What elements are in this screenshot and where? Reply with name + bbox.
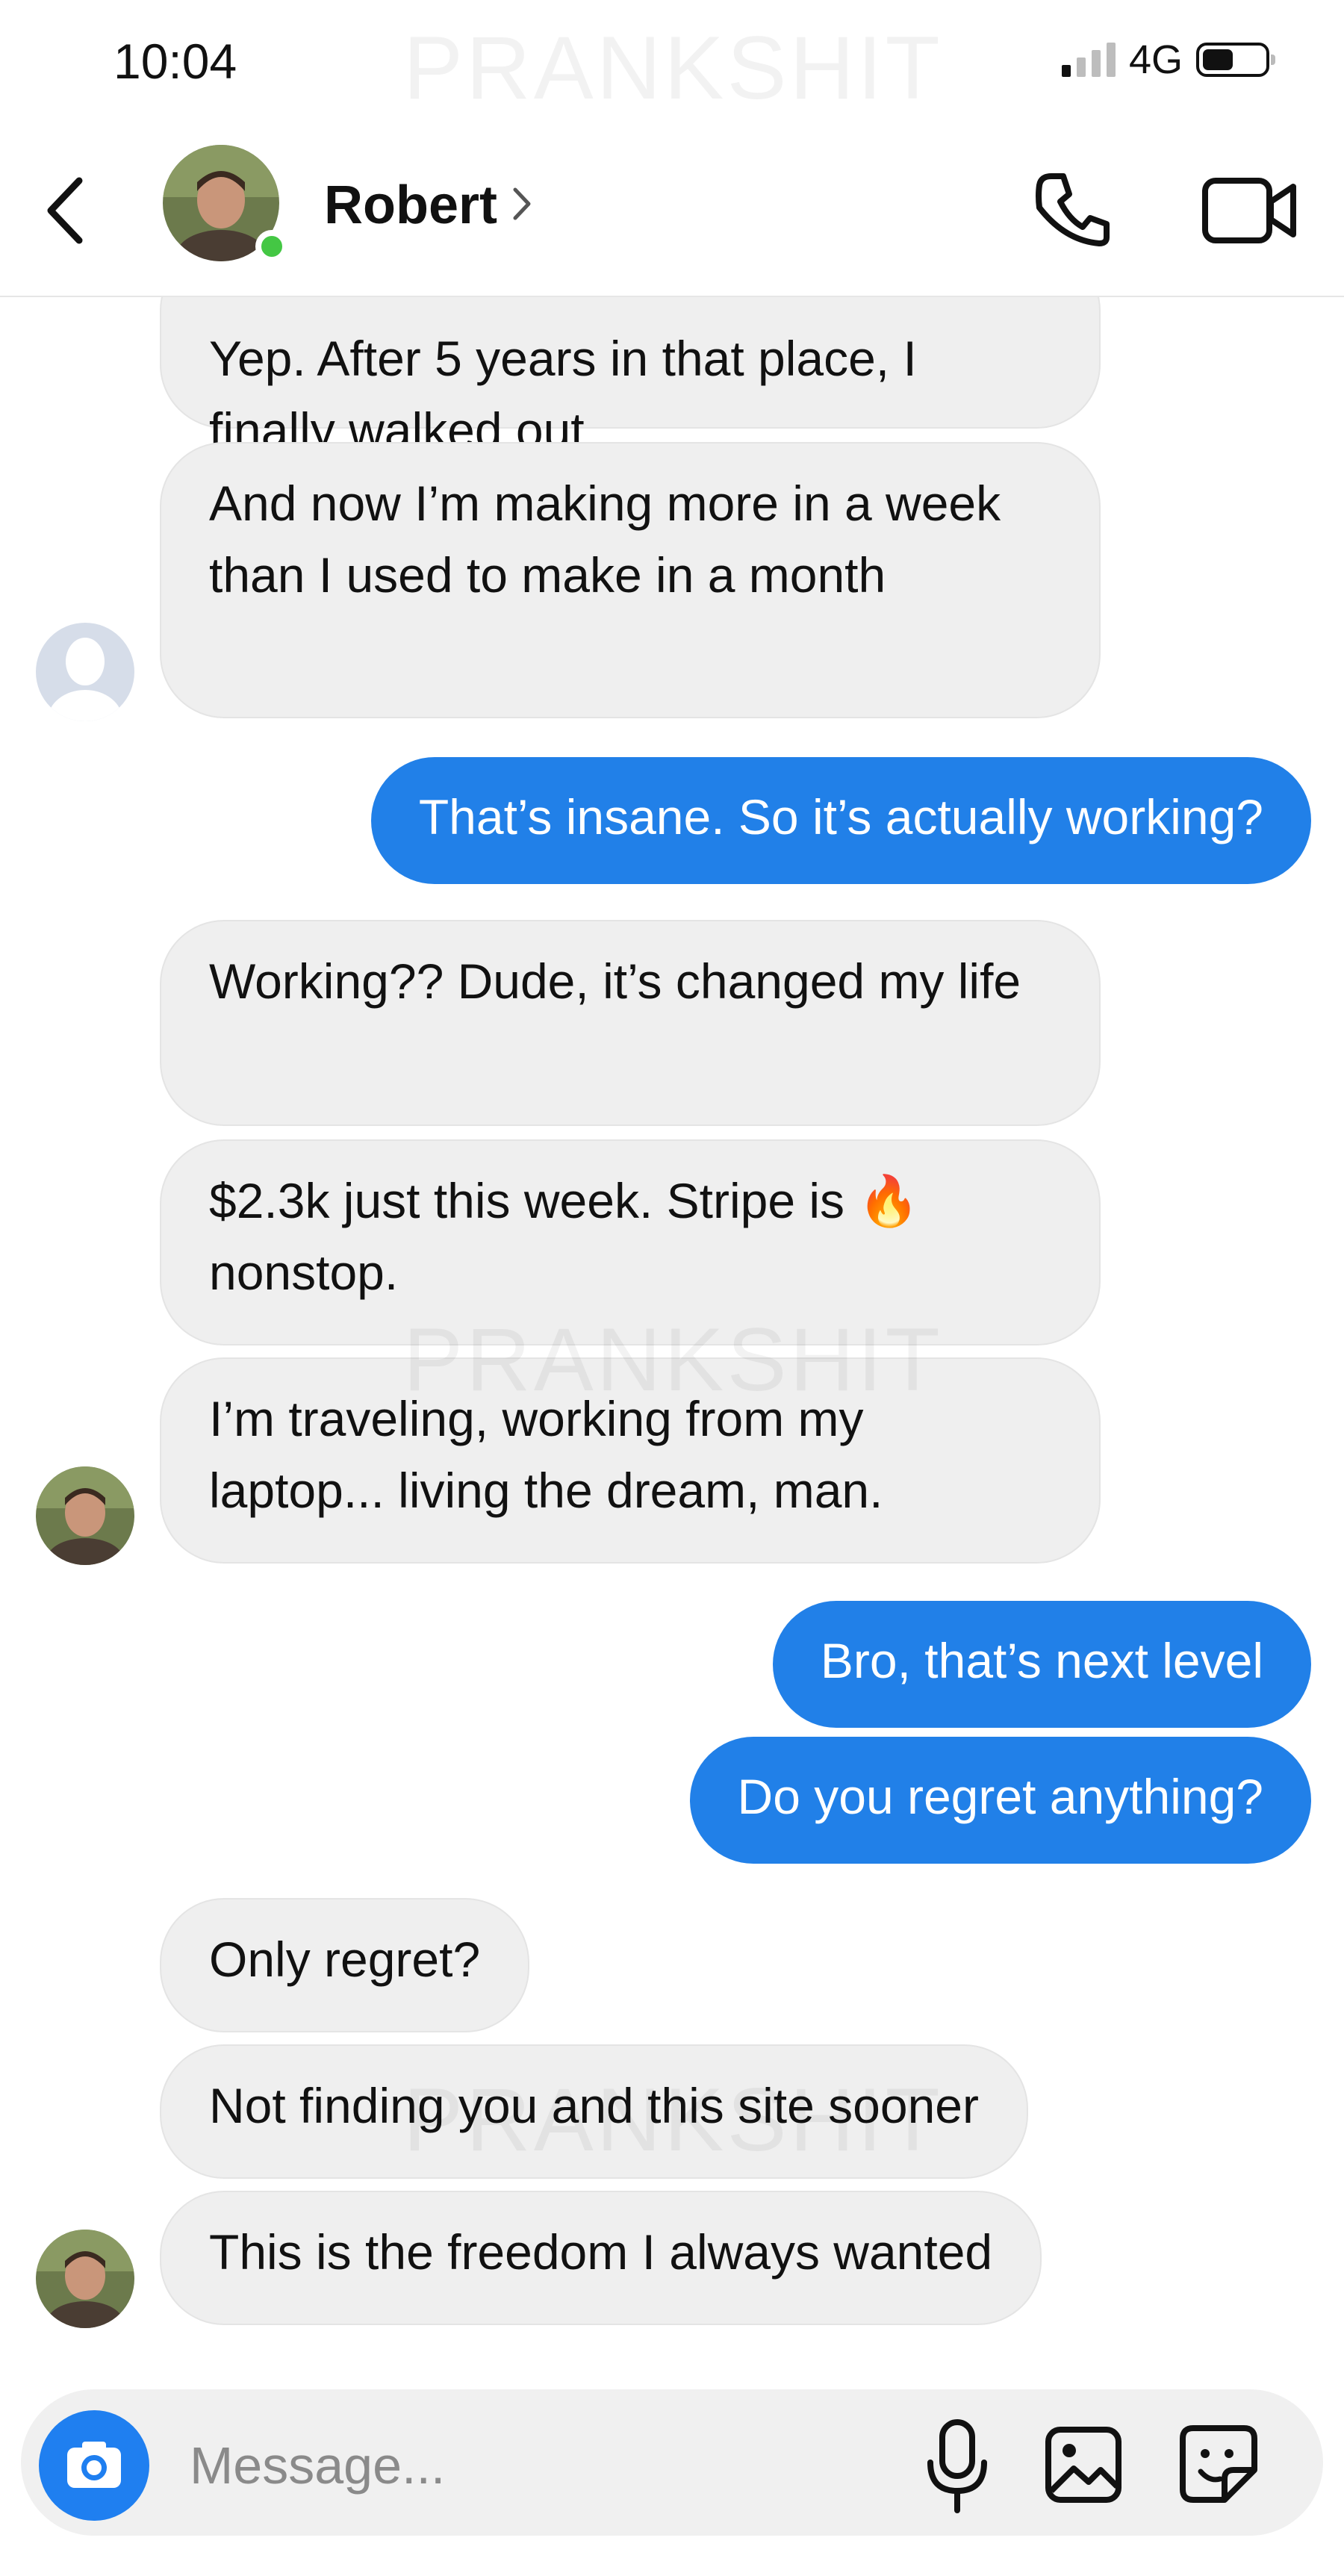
chat-header: Robert [0, 127, 1344, 297]
network-type: 4G [1128, 37, 1183, 82]
battery-icon [1196, 43, 1275, 77]
contact-name[interactable]: Robert [324, 175, 497, 236]
message-bubble-outgoing: Bro, that’s next level [772, 1601, 1311, 1728]
camera-icon [67, 2442, 121, 2488]
message-bubble-incoming: Working?? Dude, it’s changed my life [160, 920, 1101, 1126]
signal-icon [1061, 43, 1116, 77]
message-bubble-incoming: $2.3k just this week. Stripe is 🔥 nonsto… [160, 1139, 1101, 1345]
video-call-button[interactable] [1201, 169, 1299, 252]
gallery-button[interactable] [1042, 2424, 1124, 2506]
message-bubble-incoming: Only regret? [160, 1898, 530, 2032]
status-indicators: 4G [1061, 37, 1275, 82]
status-time: 10:04 [113, 34, 237, 89]
watermark: PRANKSHIT [403, 18, 943, 118]
fire-emoji: 🔥 [858, 1173, 920, 1228]
message-bubble-incoming: I’m traveling, working from my laptop...… [160, 1357, 1101, 1564]
voice-message-button[interactable] [921, 2416, 993, 2518]
message-text: $2.3k just this week. Stripe is [209, 1173, 845, 1228]
microphone-icon [927, 2419, 987, 2513]
voice-call-button[interactable] [1029, 166, 1116, 252]
gallery-icon [1045, 2427, 1121, 2503]
message-bubble-outgoing: That’s insane. So it’s actually working? [370, 757, 1311, 884]
message-bubble-outgoing: Do you regret anything? [689, 1737, 1311, 1864]
back-button[interactable] [42, 173, 94, 248]
message-text: nonstop. [209, 1245, 399, 1300]
message-bubble-incoming: And now I’m making more in a week than I… [160, 442, 1101, 718]
camera-button[interactable] [39, 2410, 149, 2521]
contact-avatar-small [36, 2230, 134, 2328]
message-bubble-incoming: Not finding you and this site sooner [160, 2044, 1028, 2179]
contact-avatar-small [36, 1466, 134, 1565]
video-camera-icon [1202, 178, 1296, 243]
back-arrow-icon [47, 177, 83, 244]
avatar-placeholder [36, 623, 134, 721]
sticker-button[interactable] [1177, 2422, 1260, 2506]
message-input[interactable] [188, 2416, 863, 2515]
sticker-icon [1180, 2425, 1257, 2503]
phone-icon [1036, 173, 1110, 246]
online-status-indicator [255, 230, 288, 263]
message-bubble-incoming: This is the freedom I always wanted [160, 2191, 1042, 2325]
chevron-right-icon[interactable] [511, 185, 533, 223]
